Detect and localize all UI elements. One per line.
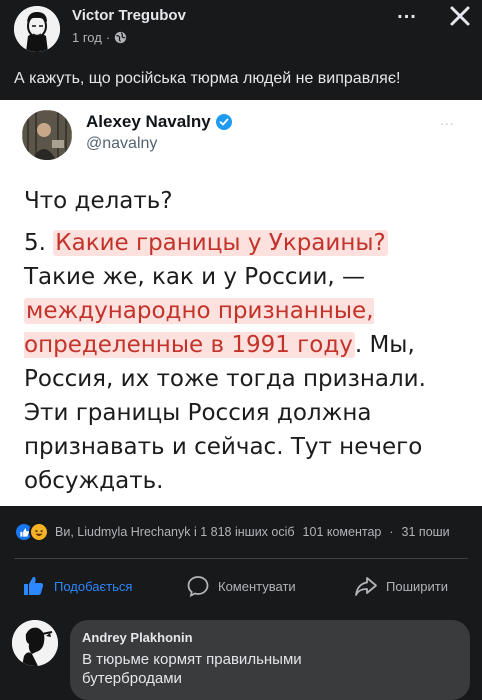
action-bar: Подобається Коментувати Поширити xyxy=(0,566,482,606)
share-icon xyxy=(355,577,377,596)
share-count[interactable]: 31 поши xyxy=(402,525,450,539)
author-name[interactable]: Victor Tregubov xyxy=(72,7,186,24)
like-button[interactable]: Подобається xyxy=(22,566,132,606)
author-avatar[interactable] xyxy=(14,6,60,52)
tweet-paragraph-2: 5. Какие границы у Украины? Такие же, ка… xyxy=(24,226,464,498)
comment-bubble: Andrey Plakhonin В тюрьме кормят правиль… xyxy=(70,620,470,700)
comment-count[interactable]: 101 коментар xyxy=(303,525,382,539)
reaction-icons[interactable] xyxy=(14,522,49,542)
tweet-screenshot[interactable]: Alexey Navalny @navalny ... Что делать? … xyxy=(0,100,482,506)
count-separator: · xyxy=(389,525,394,539)
globe-icon xyxy=(114,31,127,44)
tweet-line-1: Что делать? xyxy=(24,188,173,214)
tweet-more-icon: ... xyxy=(440,112,455,128)
tweet-author-label: Alexey Navalny xyxy=(86,112,211,131)
close-icon[interactable] xyxy=(446,2,474,30)
haha-reaction-icon xyxy=(29,522,49,542)
tweet-author-name: Alexey Navalny xyxy=(86,112,232,132)
tweet-avatar xyxy=(22,110,72,160)
reaction-summary[interactable]: Ви, Liudmyla Hrechanyk і 1 818 інших осі… xyxy=(55,525,295,539)
commenter-avatar[interactable] xyxy=(12,620,58,666)
share-button[interactable]: Поширити xyxy=(354,566,448,606)
comment-icon xyxy=(187,576,209,598)
comment-text: В тюрьме кормят правильными бутербродами xyxy=(82,651,302,687)
divider xyxy=(14,558,468,559)
verified-icon xyxy=(215,114,232,130)
tweet-highlight-2: международно признанные, определенные в … xyxy=(24,298,374,358)
post-meta: 1 год · xyxy=(72,30,127,45)
comment-button[interactable]: Коментувати xyxy=(186,566,296,606)
post-time[interactable]: 1 год xyxy=(72,30,102,45)
tweet-text-segment: Такие же, как и у России, — xyxy=(24,264,366,290)
comment-label: Коментувати xyxy=(218,578,296,594)
post-header: Victor Tregubov 1 год · ... xyxy=(0,0,482,60)
comment-author[interactable]: Andrey Plakhonin xyxy=(82,630,458,645)
post-text: А кажуть, що російська тюрма людей не ви… xyxy=(14,70,401,87)
more-options-button[interactable]: ... xyxy=(392,2,422,26)
like-icon xyxy=(24,576,44,595)
like-label: Подобається xyxy=(54,578,133,594)
tweet-text-segment: 5. xyxy=(24,230,54,256)
share-label: Поширити xyxy=(386,578,448,594)
meta-separator: · xyxy=(105,30,111,45)
reactions-bar: Ви, Liudmyla Hrechanyk і 1 818 інших осі… xyxy=(14,520,482,544)
tweet-body: Что делать? 5. Какие границы у Украины? … xyxy=(24,184,464,506)
tweet-handle: @navalny xyxy=(86,135,158,152)
tweet-highlight-1: Какие границы у Украины? xyxy=(53,230,388,256)
